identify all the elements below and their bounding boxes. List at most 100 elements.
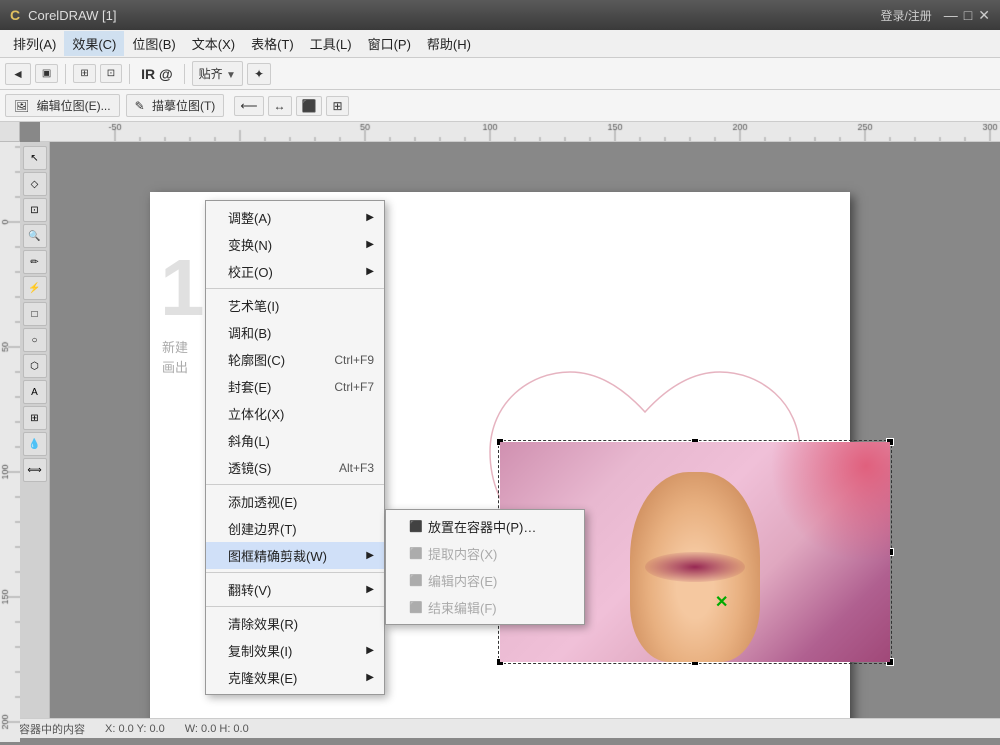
tool-crop[interactable]: ⊡ [23,198,47,222]
status-coords: X: 0.0 Y: 0.0 [105,723,165,735]
trace-bitmap-btn[interactable]: ✎ 描摹位图(T) [126,94,225,117]
tool-select[interactable]: ↖ [23,146,47,170]
trace-bitmap-label: 描摹位图(T) [152,99,215,113]
arrow-copy-effects: ▶ [366,645,374,656]
menu-help[interactable]: 帮助(H) [419,31,479,56]
menu-item-correct[interactable]: 校正(O) ▶ [206,258,384,285]
ruler-horizontal [40,122,1000,142]
fit-arrow: ▼ [226,70,236,81]
menu-item-adjust[interactable]: 调整(A) ▶ [206,204,384,231]
maximize-button[interactable]: □ [964,7,972,24]
toolbar-icon3[interactable]: ⊡ [100,64,122,83]
menu-effects[interactable]: 效果(C) [64,31,124,56]
menu-item-clear-effects[interactable]: 清除效果(R) [206,610,384,637]
snap-icon-btn[interactable]: ✦ [247,63,271,85]
toolbar1: ◄ ▣ ⊞ ⊡ IR @ 贴齐 ▼ ✦ [0,58,1000,90]
tool-shape[interactable]: ◇ [23,172,47,196]
shortcut-contour: Ctrl+F9 [314,353,374,367]
menu-item-envelope[interactable]: 封套(E) Ctrl+F7 [206,373,384,400]
content-x-mark: ✕ [715,592,728,612]
arrow-clone-effects: ▶ [366,672,374,683]
menu-item-transform[interactable]: 变换(N) ▶ [206,231,384,258]
sep3 [184,64,185,84]
menu-item-place-in-container[interactable]: ⬛ 放置在容器中(P)… [386,513,584,540]
app-logo: C [10,7,20,23]
menu-item-contour[interactable]: 轮廓图(C) Ctrl+F9 [206,346,384,373]
frame-clip-submenu-popup: ⬛ 放置在容器中(P)… ⬛ 提取内容(X) ⬛ 编辑内容(E) ⬛ 结束编辑(… [385,509,585,625]
arrow-transform: ▶ [366,239,374,250]
trace-bitmap-icon: ✎ [135,99,145,113]
menu-item-rollover[interactable]: 翻转(V) ▶ [206,576,384,603]
status-bar: 在容器中的内容 X: 0.0 Y: 0.0 W: 0.0 H: 0.0 [0,718,1000,738]
sep-effects-2 [206,484,384,485]
login-area[interactable]: 登录/注册 [880,7,931,24]
arrow-rollover: ▶ [366,584,374,595]
toolbar-icon2[interactable]: ⊞ [73,64,95,83]
status-size: W: 0.0 H: 0.0 [185,723,249,735]
menu-item-boundary[interactable]: 创建边界(T) [206,515,384,542]
menu-text[interactable]: 文本(X) [184,31,243,56]
menu-item-artbrush[interactable]: 艺术笔(I) [206,292,384,319]
menu-bar: 排列(A) 效果(C) 位图(B) 文本(X) 表格(T) 工具(L) 窗口(P… [0,30,1000,58]
toolbar-small-icon[interactable]: ▣ [35,64,58,83]
toolbar2-icon1[interactable]: ⟵ [234,96,263,116]
menu-item-frame-clip[interactable]: 图框精确剪裁(W) ▶ [206,542,384,569]
extract-icon: ⬛ [408,546,424,562]
menu-table[interactable]: 表格(T) [243,31,302,56]
page-number: 1 [160,242,205,334]
fit-label: 贴齐 [199,67,223,81]
menu-item-clone-effects[interactable]: 克隆效果(E) ▶ [206,664,384,691]
menu-window[interactable]: 窗口(P) [360,31,419,56]
tool-eyedropper[interactable]: 💧 [23,432,47,456]
menu-item-extrude[interactable]: 立体化(X) [206,400,384,427]
tool-rect[interactable]: □ [23,302,47,326]
window-controls: — □ ✕ [944,7,990,24]
title-bar: C CorelDRAW [1] 登录/注册 — □ ✕ [0,0,1000,30]
edit-bitmap-icon: 🖼 [14,99,29,113]
app-title: CorelDRAW [1] [28,8,116,23]
shortcut-lens: Alt+F3 [319,461,374,475]
sep-effects-3 [206,572,384,573]
toolbar2-icon2[interactable]: ↔ [268,96,292,116]
menu-tools[interactable]: 工具(L) [302,31,360,56]
close-button[interactable]: ✕ [978,7,990,24]
place-icon: ⬛ [408,519,424,535]
menu-item-lens[interactable]: 透镜(S) Alt+F3 [206,454,384,481]
tool-text[interactable]: A [23,380,47,404]
menu-item-perspective[interactable]: 添加透视(E) [206,488,384,515]
menu-item-copy-effects[interactable]: 复制效果(I) ▶ [206,637,384,664]
tool-smart[interactable]: ⚡ [23,276,47,300]
tool-freehand[interactable]: ✏ [23,250,47,274]
menu-item-bevel[interactable]: 斜角(L) [206,427,384,454]
edit-content-icon: ⬛ [408,573,424,589]
snap-icon: ✦ [254,67,264,81]
ruler-vertical [0,142,20,718]
tool-table[interactable]: ⊞ [23,406,47,430]
toolbar2-icon4[interactable]: ⊞ [326,96,348,116]
ruler-corner [0,122,20,142]
edit-bitmap-btn[interactable]: 🖼 编辑位图(E)... [5,94,120,117]
arrow-frame-clip: ▶ [366,550,374,561]
menu-item-blend[interactable]: 调和(B) [206,319,384,346]
fit-dropdown[interactable]: 贴齐 ▼ [192,61,243,86]
menu-item-finish-edit: ⬛ 结束编辑(F) [386,594,584,621]
tool-polygon[interactable]: ⬡ [23,354,47,378]
sep-effects-1 [206,288,384,289]
new-label: 新建 [162,337,188,356]
minimize-button[interactable]: — [944,7,958,24]
toolbar-back-btn[interactable]: ◄ [5,63,31,85]
toolbar2-icon3[interactable]: ⬛ [296,96,323,116]
canvas-area[interactable]: 1 新建 画出 [50,142,1000,718]
shortcut-envelope: Ctrl+F7 [314,380,374,394]
menu-sort[interactable]: 排列(A) [5,31,64,56]
arrow-adjust: ▶ [366,212,374,223]
toolbar2: 🖼 编辑位图(E)... ✎ 描摹位图(T) ⟵ ↔ ⬛ ⊞ [0,90,1000,122]
edit-bitmap-label: 编辑位图(E)... [37,99,111,113]
tool-interactive[interactable]: ⟺ [23,458,47,482]
menu-item-edit-content: ⬛ 编辑内容(E) [386,567,584,594]
menu-bitmap[interactable]: 位图(B) [124,31,183,56]
sep2 [129,64,130,84]
menu-item-extract-content: ⬛ 提取内容(X) [386,540,584,567]
tool-zoom[interactable]: 🔍 [23,224,47,248]
tool-ellipse[interactable]: ○ [23,328,47,352]
